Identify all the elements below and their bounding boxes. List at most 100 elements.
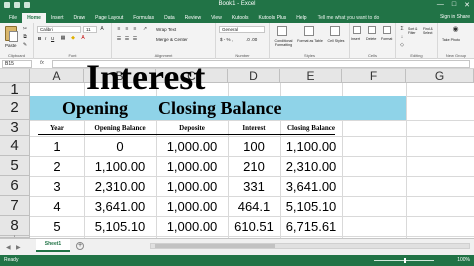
next-sheet-icon[interactable]: ▶ [16, 244, 21, 251]
tell-me-search[interactable]: Tell me what you want to do [318, 13, 380, 23]
tab-insert[interactable]: Insert [46, 13, 69, 23]
cell-deposite[interactable]: 1,000.00 [156, 157, 228, 176]
account-share[interactable]: Sign in Share [440, 14, 470, 20]
fill-icon[interactable]: ↓ [399, 34, 405, 40]
row-header-3[interactable]: 3 [0, 120, 30, 136]
format-cells-icon[interactable] [383, 26, 391, 34]
row-header-1[interactable]: 1 [0, 82, 30, 97]
header-year[interactable]: Year [30, 121, 84, 135]
cell-closing-balance[interactable]: 1,100.00 [280, 137, 342, 156]
cut-icon[interactable]: ✂ [22, 26, 28, 32]
column-header-g[interactable]: G [406, 69, 474, 83]
sheet-tab-sheet1[interactable]: Sheet1 [36, 239, 70, 252]
scrollbar-thumb[interactable] [155, 244, 275, 248]
tab-help[interactable]: Help [291, 13, 311, 23]
maximize-button[interactable]: □ [452, 1, 456, 9]
font-size-select[interactable]: 11 [83, 26, 97, 33]
column-header-d[interactable]: D [228, 69, 280, 83]
cell-closing-balance[interactable]: 3,641.00 [280, 177, 342, 196]
cell-opening-balance[interactable]: 1,100.00 [84, 157, 156, 176]
format-button[interactable]: Format [381, 37, 392, 41]
font-name-select[interactable]: Calibri [37, 26, 81, 33]
conditional-formatting-button[interactable]: Conditional Formatting [270, 39, 297, 47]
wrap-text-button[interactable]: Wrap Text [156, 27, 176, 32]
fx-icon[interactable]: fx [40, 60, 44, 66]
row-header-4[interactable]: 4 [0, 136, 30, 156]
tab-home[interactable]: Home [22, 13, 46, 23]
cell-year[interactable]: 1 [30, 137, 84, 156]
align-left-icon[interactable]: ☰ [116, 36, 122, 42]
tab-page-layout[interactable]: Page Layout [90, 13, 128, 23]
subtitle-closing-balance[interactable]: Closing Balance [158, 98, 282, 118]
underline-button[interactable]: U [51, 36, 54, 41]
fill-color-icon[interactable]: ◆ [70, 35, 76, 41]
format-as-table-button[interactable]: Format as Table [297, 39, 323, 43]
header-closing-balance[interactable]: Closing Balance [280, 121, 342, 135]
clear-icon[interactable]: ◇ [399, 42, 405, 48]
header-interest[interactable]: Interest [228, 121, 280, 135]
camera-icon[interactable]: ◉ [451, 26, 460, 35]
name-box[interactable]: B15 [2, 60, 32, 68]
orientation-icon[interactable]: ↗ [142, 26, 148, 32]
increase-font-icon[interactable]: A [99, 26, 105, 32]
cell-opening-balance[interactable]: 3,641.00 [84, 197, 156, 216]
tab-kutools-plus[interactable]: Kutools Plus [254, 13, 292, 23]
column-header-f[interactable]: F [342, 69, 406, 83]
zoom-slider-knob[interactable] [404, 258, 406, 263]
take-photo-button[interactable]: Take Photo [442, 38, 460, 42]
cell-interest[interactable]: 464.1 [228, 197, 280, 216]
zoom-level[interactable]: 100% [457, 257, 470, 263]
align-right-icon[interactable]: ☰ [132, 36, 138, 42]
cell-deposite[interactable]: 1,000.00 [156, 217, 228, 236]
cell-opening-balance[interactable]: 0 [84, 137, 156, 156]
cell-year[interactable]: 4 [30, 197, 84, 216]
close-button[interactable]: ✕ [464, 1, 470, 9]
column-header-a[interactable]: A [30, 69, 84, 83]
copy-icon[interactable]: ⧉ [22, 34, 28, 40]
tab-file[interactable]: File [4, 13, 22, 23]
cell-interest[interactable]: 100 [228, 137, 280, 156]
delete-cells-icon[interactable] [368, 26, 376, 34]
tab-kutools[interactable]: Kutools [227, 13, 254, 23]
sheet-title[interactable]: Interest [86, 58, 205, 96]
add-sheet-button[interactable]: + [76, 242, 84, 250]
column-header-e[interactable]: E [280, 69, 342, 83]
row-header-2[interactable]: 2 [0, 96, 30, 120]
autosum-icon[interactable]: Σ [399, 26, 405, 32]
cell-styles-icon[interactable] [330, 26, 340, 36]
sort-filter-button[interactable]: Sort & Filter [408, 27, 422, 35]
cell-year[interactable]: 2 [30, 157, 84, 176]
cell-interest[interactable]: 331 [228, 177, 280, 196]
tab-data[interactable]: Data [159, 13, 180, 23]
cell-opening-balance[interactable]: 5,105.10 [84, 217, 156, 236]
italic-button[interactable]: I [45, 36, 46, 41]
format-painter-icon[interactable]: ✎ [22, 42, 28, 48]
insert-button[interactable]: Insert [351, 37, 360, 41]
row-header-5[interactable]: 5 [0, 156, 30, 176]
subtitle-opening[interactable]: Opening [62, 98, 128, 118]
currency-percent-buttons[interactable]: $ - % , [220, 37, 233, 42]
tab-view[interactable]: View [206, 13, 227, 23]
align-center-icon[interactable]: ☰ [124, 36, 130, 42]
paste-icon[interactable] [5, 26, 18, 42]
row-header-8[interactable]: 8 [0, 216, 30, 236]
row-header-7[interactable]: 7 [0, 196, 30, 216]
find-select-button[interactable]: Find & Select [423, 27, 437, 35]
align-top-icon[interactable]: ≡ [116, 26, 122, 32]
cell-closing-balance[interactable]: 2,310.00 [280, 157, 342, 176]
bold-button[interactable]: B [38, 36, 41, 41]
cell-deposite[interactable]: 1,000.00 [156, 197, 228, 216]
decimal-buttons[interactable]: .0 .00 [246, 37, 257, 42]
horizontal-scrollbar[interactable] [150, 243, 470, 249]
borders-icon[interactable]: ▦ [60, 35, 66, 41]
format-as-table-icon[interactable] [304, 26, 314, 36]
cell-closing-balance[interactable]: 5,105.10 [280, 197, 342, 216]
header-opening-balance[interactable]: Opening Balance [84, 121, 156, 135]
cell-styles-button[interactable]: Cell Styles [324, 39, 348, 43]
font-color-icon[interactable]: A [80, 35, 86, 41]
align-bottom-icon[interactable]: ≡ [132, 26, 138, 32]
tab-formulas[interactable]: Formulas [128, 13, 159, 23]
cell-year[interactable]: 5 [30, 217, 84, 236]
cell-deposite[interactable]: 1,000.00 [156, 137, 228, 156]
number-format-select[interactable]: General [219, 26, 265, 33]
